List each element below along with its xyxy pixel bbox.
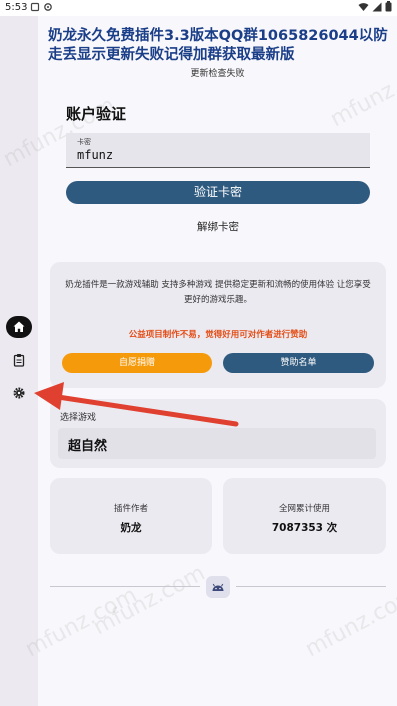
status-bar: 5:53 — [0, 0, 397, 16]
android-button[interactable] — [206, 576, 230, 598]
card-key-label: 卡密 — [77, 138, 91, 146]
nav-settings-button[interactable] — [6, 382, 32, 404]
info-description: 奶龙插件是一款游戏辅助 支持多种游戏 提供稳定更新和流畅的使用体验 让您享受更好… — [65, 280, 371, 305]
card-key-field[interactable]: 卡密 mfunz — [66, 133, 370, 168]
auth-heading: 账户验证 — [66, 105, 127, 123]
author-card: 插件作者 奶龙 — [50, 478, 212, 554]
notification-icon — [30, 2, 40, 12]
card-key-input[interactable]: mfunz — [77, 148, 113, 162]
selected-game: 超自然 — [68, 439, 108, 454]
wifi-icon — [358, 2, 369, 11]
battery-icon — [385, 1, 392, 12]
author-label: 插件作者 — [113, 504, 148, 514]
clipboard-icon — [13, 354, 25, 367]
status-time: 5:53 — [5, 2, 28, 13]
unbind-key-link[interactable]: 解绑卡密 — [66, 219, 370, 234]
navigation-rail — [0, 16, 38, 706]
signal-icon — [372, 2, 382, 11]
game-select-card: 选择游戏 超自然 — [50, 399, 386, 468]
page-title: 奶龙永久免费插件3.3版本QQ群1065826044以防走丢显示更新失败记得加群… — [48, 28, 388, 63]
donate-button[interactable]: 自愿捐赠 — [62, 353, 212, 373]
gear-icon — [13, 387, 25, 399]
author-value: 奶龙 — [120, 522, 142, 534]
usage-card: 全网累计使用 7087353 次 — [223, 478, 386, 554]
usage-value: 7087353 次 — [271, 522, 338, 534]
footer-divider-left — [50, 586, 200, 587]
verify-key-button[interactable]: 验证卡密 — [66, 181, 370, 204]
home-icon — [13, 321, 25, 332]
footer-divider-right — [236, 586, 386, 587]
settings-status-icon — [44, 3, 52, 11]
game-select-label: 选择游戏 — [60, 413, 97, 423]
android-icon — [212, 583, 224, 591]
sponsors-list-button[interactable]: 赞助名单 — [223, 353, 374, 373]
nav-clipboard-button[interactable] — [6, 349, 32, 371]
nav-home-button[interactable] — [6, 316, 32, 338]
info-card: 奶龙插件是一款游戏辅助 支持多种游戏 提供稳定更新和流畅的使用体验 让您享受更好… — [50, 262, 386, 388]
update-status-text: 更新检查失败 — [190, 69, 245, 79]
usage-label: 全网累计使用 — [278, 504, 330, 514]
donation-notice: 公益项目制作不易，觉得好用可对作者进行赞助 — [128, 330, 308, 340]
game-select-dropdown[interactable]: 超自然 — [58, 428, 376, 459]
